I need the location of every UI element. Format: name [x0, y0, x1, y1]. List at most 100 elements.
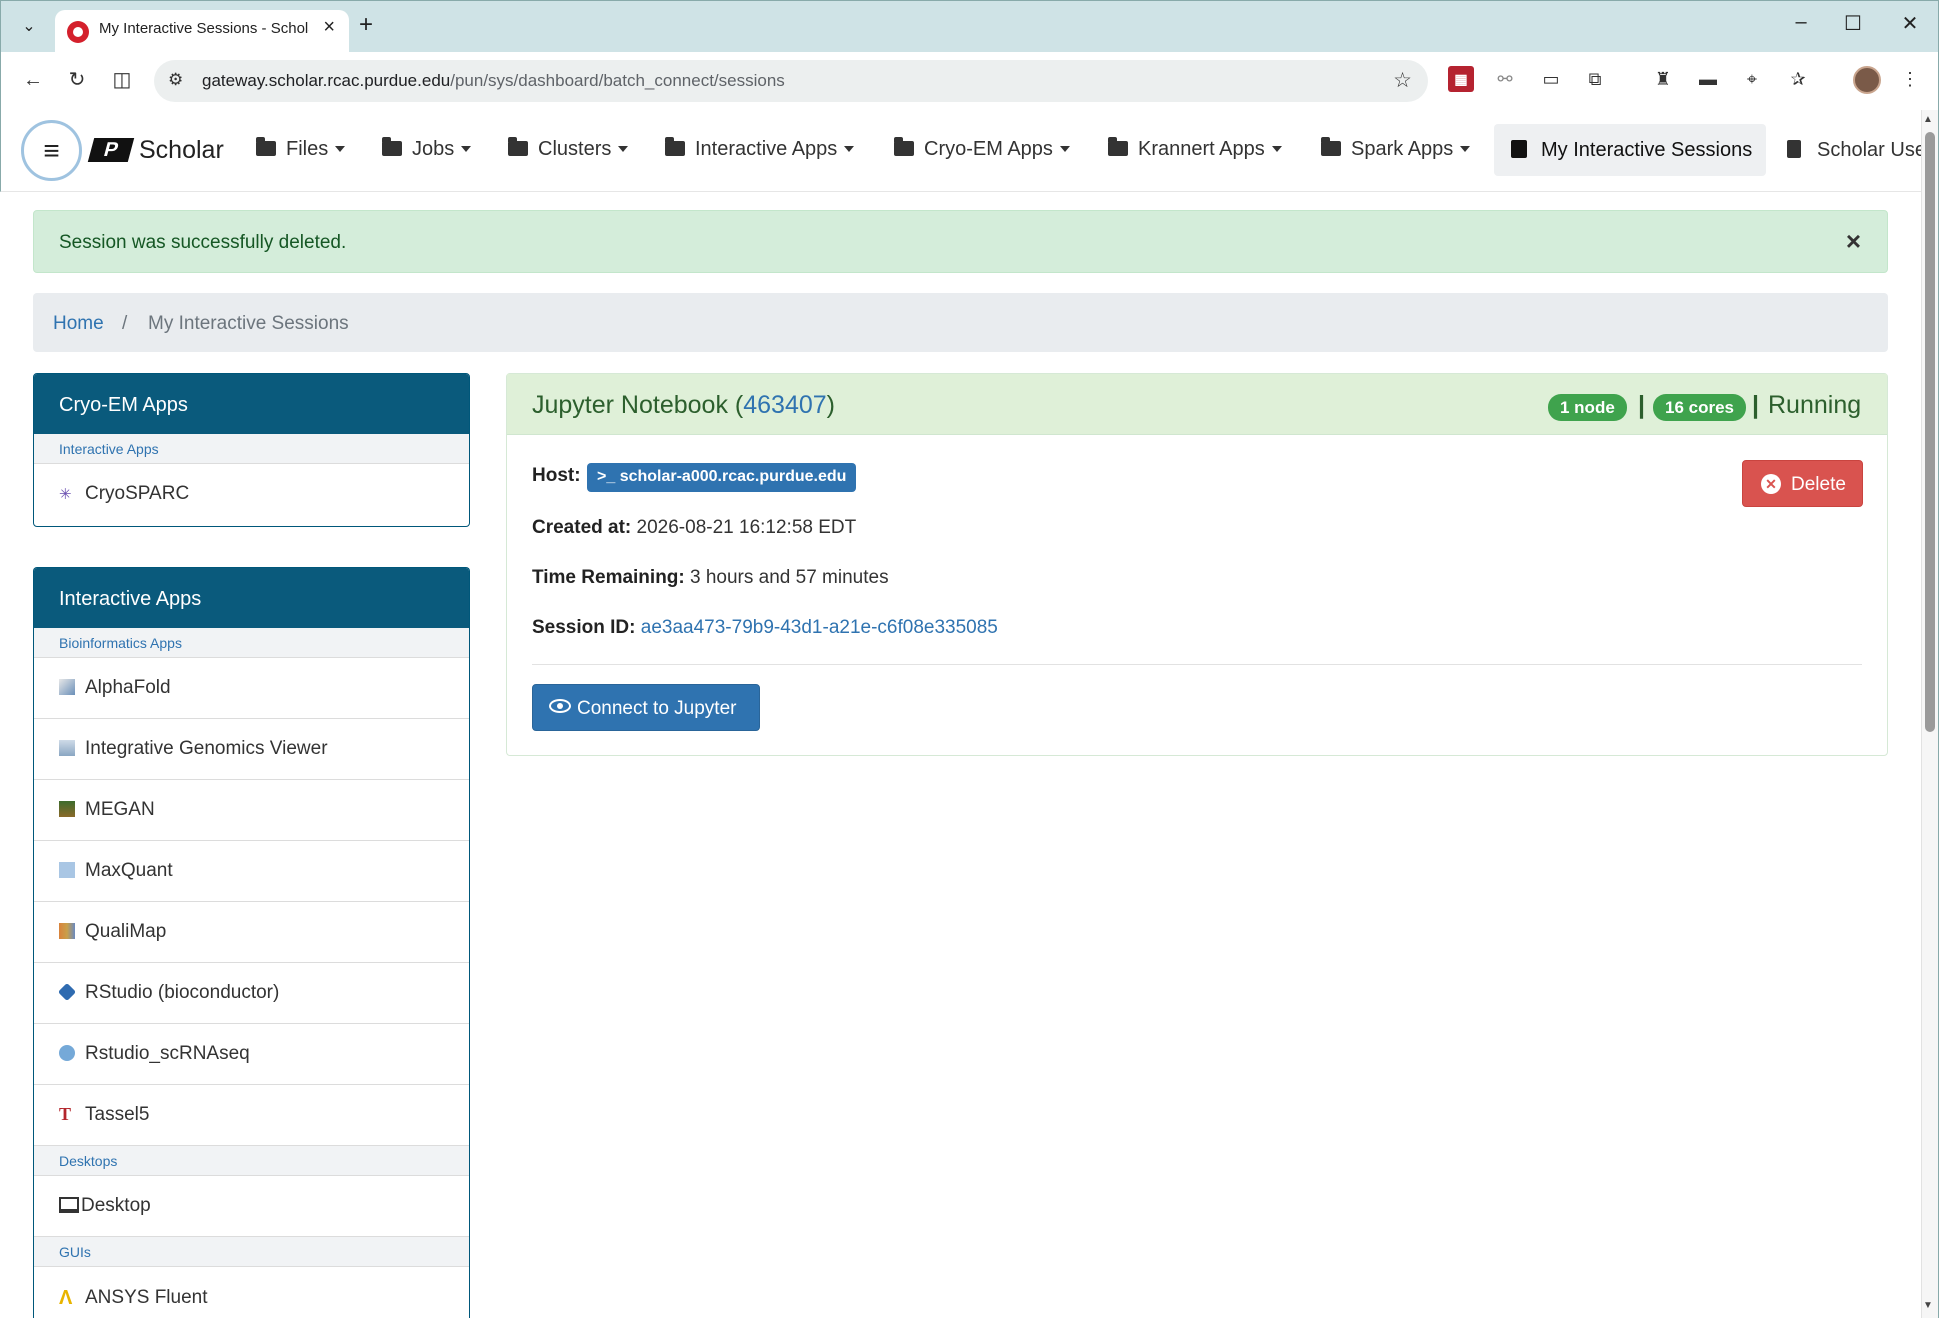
browser-tab-active[interactable]: My Interactive Sessions - Scholar ×	[55, 10, 349, 53]
extensions-puzzle-icon[interactable]: ⧉	[1582, 66, 1608, 92]
alert-message: Session was successfully deleted.	[59, 232, 347, 253]
scrollbar-thumb[interactable]	[1925, 132, 1935, 732]
cryosparc-icon: ✳	[59, 486, 72, 503]
alert-close-icon[interactable]: ×	[1846, 226, 1861, 257]
nav-cryo-em-apps[interactable]: Cryo-EM Apps	[894, 137, 1070, 161]
cores-badge: 16 cores	[1653, 394, 1746, 421]
nav-interactive-apps[interactable]: Interactive Apps	[665, 137, 855, 161]
rstudio-bioconductor-icon	[57, 982, 77, 1002]
incognito-icon[interactable]: ♜	[1650, 66, 1676, 92]
sidebar-item-label: Rstudio_scRNAseq	[85, 1043, 250, 1064]
browser-menu-icon[interactable]: ⋮	[1897, 66, 1923, 92]
site-info-icon[interactable]: ⚙	[168, 70, 183, 90]
minimize-icon[interactable]: –	[1781, 11, 1821, 34]
brand-name[interactable]: Scholar	[139, 136, 224, 165]
purdue-logo-icon[interactable]: P	[87, 138, 135, 162]
sidebar-item-alphafold[interactable]: AlphaFold	[34, 658, 469, 719]
url-path: /pun/sys/dashboard/batch_connect/session…	[450, 71, 785, 90]
session-job-id-link[interactable]: 463407	[743, 391, 826, 419]
sidebar-item-cryosparc[interactable]: ✳ CryoSPARC	[34, 464, 469, 525]
cast-icon[interactable]: ▭	[1538, 66, 1564, 92]
favorites-icon[interactable]: ✰	[1785, 66, 1811, 92]
sidebar-item-rstudio-scrnaseq[interactable]: Rstudio_scRNAseq	[34, 1024, 469, 1085]
bookmark-star-icon[interactable]: ☆	[1393, 68, 1412, 93]
nav-label: Jobs	[412, 138, 455, 160]
connect-to-jupyter-button[interactable]: Connect to Jupyter	[532, 684, 760, 731]
nav-label: Krannert Apps	[1138, 138, 1265, 160]
panel-title: Cryo-EM Apps	[34, 374, 469, 434]
extension-red-icon[interactable]: ▦	[1448, 66, 1474, 92]
nav-label: Interactive Apps	[695, 138, 838, 160]
separator: |	[1638, 391, 1645, 419]
sidebar-item-tassel5[interactable]: T Tassel5	[34, 1085, 469, 1146]
separator: |	[1752, 391, 1759, 419]
field-label: Time Remaining:	[532, 567, 685, 588]
session-id-field: Session ID: ae3aa473-79b9-43d1-a21e-c6f0…	[532, 617, 998, 639]
caret-down-icon	[1059, 146, 1070, 152]
url-host: gateway.scholar.rcac.purdue.edu	[202, 71, 451, 90]
payment-card-icon[interactable]: ▬	[1695, 66, 1721, 92]
maximize-icon[interactable]: ☐	[1833, 11, 1873, 36]
nav-label: Scholar Use	[1817, 139, 1926, 161]
panel-section-header: Interactive Apps	[34, 434, 469, 464]
sidebar-item-igv[interactable]: Integrative Genomics Viewer	[34, 719, 469, 780]
created-value: 2026-08-21 16:12:58 EDT	[636, 517, 857, 538]
igv-icon	[59, 740, 75, 756]
nav-label: Clusters	[538, 138, 612, 160]
nav-label: Spark Apps	[1351, 138, 1454, 160]
scroll-up-arrow-icon[interactable]: ▲	[1923, 114, 1933, 125]
folder-icon	[665, 137, 685, 156]
back-arrow-icon[interactable]: ←	[17, 64, 49, 96]
host-field: Host:	[532, 465, 581, 487]
sidebar-item-label: ANSYS Fluent	[85, 1287, 208, 1308]
alphafold-icon	[59, 679, 75, 695]
reload-icon[interactable]: ↻	[61, 64, 93, 96]
tab-search-chevron-icon[interactable]: ⌄	[15, 13, 43, 41]
delete-button[interactable]: ✕ Delete	[1742, 460, 1863, 507]
cryo-em-apps-panel: Cryo-EM Apps Interactive Apps ✳ CryoSPARC	[33, 373, 470, 527]
sidebar-item-megan[interactable]: MEGAN	[34, 780, 469, 841]
nav-jobs[interactable]: Jobs	[382, 137, 472, 161]
nav-spark-apps[interactable]: Spark Apps	[1321, 137, 1471, 161]
sidebar-item-desktop[interactable]: Desktop	[34, 1176, 469, 1237]
address-bar[interactable]: ⚙ gateway.scholar.rcac.purdue.edu/pun/sy…	[154, 60, 1428, 102]
sidebar-item-ansys-fluent[interactable]: Λ ANSYS Fluent	[34, 1267, 469, 1318]
nav-my-interactive-sessions[interactable]: My Interactive Sessions	[1511, 138, 1752, 162]
sidebar-item-label: QualiMap	[85, 921, 167, 942]
host-terminal-link[interactable]: >_ scholar-a000.rcac.purdue.edu	[587, 463, 857, 492]
sidebar-item-maxquant[interactable]: MaxQuant	[34, 841, 469, 902]
app-navbar: ≡ P Scholar Files Jobs Clusters Interact…	[0, 110, 1926, 192]
new-tab-plus-icon[interactable]: +	[359, 11, 373, 39]
field-label: Session ID:	[532, 617, 636, 638]
tab-close-icon[interactable]: ×	[323, 16, 335, 39]
nav-krannert-apps[interactable]: Krannert Apps	[1108, 137, 1282, 161]
session-card: Jupyter Notebook (463407) 1 node | 16 co…	[506, 373, 1888, 756]
caret-down-icon	[618, 146, 629, 152]
breadcrumb-home-link[interactable]: Home	[53, 313, 104, 335]
location-pin-icon[interactable]: ⌖	[1739, 66, 1765, 92]
scroll-down-arrow-icon[interactable]: ▼	[1923, 1300, 1933, 1311]
sidebar-item-label: Integrative Genomics Viewer	[85, 738, 328, 759]
nav-scholar-user-guide[interactable]: Scholar Use	[1787, 138, 1926, 162]
maxquant-icon	[59, 862, 75, 878]
folder-icon	[382, 137, 402, 156]
sidebar-item-qualimap[interactable]: QualiMap	[34, 902, 469, 963]
nav-label: My Interactive Sessions	[1541, 139, 1753, 161]
window-close-icon[interactable]: ✕	[1890, 11, 1930, 36]
nav-clusters[interactable]: Clusters	[508, 137, 629, 161]
rstudio-icon	[59, 1045, 75, 1061]
split-view-icon[interactable]: ◫	[106, 64, 138, 96]
caret-down-icon	[461, 146, 472, 152]
url-text[interactable]: gateway.scholar.rcac.purdue.edu/pun/sys/…	[202, 71, 785, 91]
extension-link-icon[interactable]: ⚯	[1492, 66, 1518, 92]
panel-title: Interactive Apps	[34, 568, 469, 628]
folder-icon	[1108, 137, 1128, 156]
session-id-link[interactable]: ae3aa473-79b9-43d1-a21e-c6f08e335085	[641, 617, 998, 638]
folder-icon	[1321, 137, 1341, 156]
nav-label: Files	[286, 138, 329, 160]
sidebar-item-label: MEGAN	[85, 799, 155, 820]
profile-avatar[interactable]	[1853, 66, 1881, 94]
nav-files[interactable]: Files	[256, 137, 346, 161]
hamburger-menu-icon[interactable]: ≡	[21, 120, 82, 181]
sidebar-item-rstudio-bioconductor[interactable]: RStudio (bioconductor)	[34, 963, 469, 1024]
